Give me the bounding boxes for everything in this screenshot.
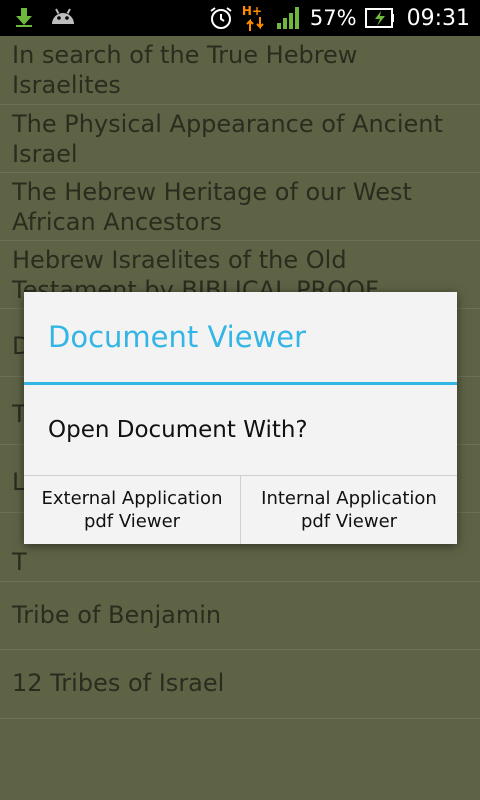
internal-viewer-button-label: Internal Application pdf Viewer [261,488,437,532]
dialog-title: Document Viewer [48,320,307,354]
list-item-label: 12 Tribes of Israel [12,669,225,697]
external-viewer-button[interactable]: External Application pdf Viewer [24,476,240,544]
list-item-label: T Jerusalem [12,548,131,581]
list-item[interactable]: In search of the True Hebrew Israelites [0,36,480,105]
alarm-icon [208,5,234,31]
download-icon [14,6,34,28]
dialog-message: Open Document With? [48,417,308,443]
list-item[interactable]: Tribe of Benjamin [0,582,480,650]
list-item-label: Tribe of Benjamin [12,601,222,629]
clock: 09:31 [406,5,470,31]
document-viewer-dialog: Document Viewer Open Document With? Exte… [24,292,457,544]
list-item[interactable]: 12 Tribes of Israel [0,650,480,719]
battery-charging-icon [364,7,395,29]
list-item[interactable]: The Hebrew Heritage of our West African … [0,173,480,241]
list-item-label: The Physical Appearance of Ancient Israe… [12,110,443,168]
list-item[interactable]: The Physical Appearance of Ancient Israe… [0,105,480,173]
signal-icon [276,6,302,30]
status-bar: H+ 57% 09:31 [0,0,480,36]
battery-percent: 57% [309,6,357,30]
android-debug-icon [50,7,76,27]
hplus-data-icon: H+ [242,3,268,33]
internal-viewer-button[interactable]: Internal Application pdf Viewer [240,476,457,544]
dialog-button-bar: External Application pdf Viewer Internal… [24,475,457,544]
list-item-label: In search of the True Hebrew Israelites [12,41,358,99]
list-item-label: The Hebrew Heritage of our West African … [12,178,412,236]
external-viewer-button-label: External Application pdf Viewer [41,488,223,532]
